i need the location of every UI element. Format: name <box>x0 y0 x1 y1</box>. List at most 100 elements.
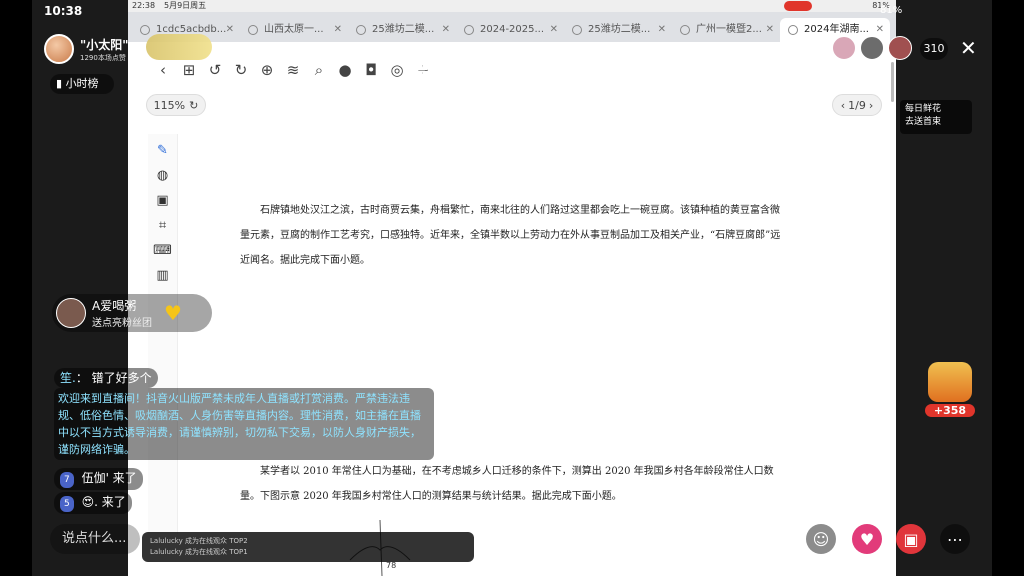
option: D. ③④ <box>648 383 684 396</box>
option: A. 历史悠久 <box>240 305 299 318</box>
zoom-indicator[interactable]: 115% ↻ <box>146 94 206 116</box>
like-icon[interactable]: ♥ <box>852 524 882 554</box>
tab-label: 25潍坊二模... <box>588 24 651 35</box>
promo-line: 去送首束 <box>905 117 942 127</box>
refresh-icon: ↻ <box>189 98 199 112</box>
question-1: 1. 古时石牌镇豆腐声名远播，主要得益于（ ） <box>240 279 485 292</box>
flower-promo[interactable]: 每日鲜花 去送首束 <box>900 100 972 134</box>
option: C. ②④ <box>512 383 547 396</box>
tablet-time: 22:38 <box>132 1 156 10</box>
tab-label: 2024年湖南... <box>804 24 869 35</box>
grid-icon[interactable]: ⊞ <box>178 59 200 81</box>
question-1-options: A. 历史悠久 B. 交通便利 C. 宣传有力 D. 物美价廉 <box>240 299 788 325</box>
gift-text: 送点亮粉丝团 <box>92 318 152 329</box>
highlighter-icon[interactable]: ◍ <box>153 167 173 184</box>
tab-label: 25潍坊二模... <box>372 24 435 35</box>
streamer-likes: 1290本场点赞 <box>80 53 126 62</box>
browser-tab[interactable]: 2024-2025... ✕ <box>456 18 564 42</box>
option: D. 物美价廉 <box>648 305 708 318</box>
tab-icon <box>680 25 690 35</box>
top-viewers[interactable] <box>832 36 912 60</box>
option: C. 制定技术标准 <box>512 435 594 448</box>
tablet-status-bar: 22:38 5月9日周五 81% <box>128 0 896 12</box>
viewer-avatar[interactable] <box>888 36 912 60</box>
close-icon[interactable]: ✕ <box>550 18 558 42</box>
rank-label: 小时榜 <box>65 77 99 90</box>
close-icon[interactable]: ✕ <box>442 18 450 42</box>
figure-tick: 78 <box>386 561 396 570</box>
close-icon[interactable]: ✕ <box>658 18 666 42</box>
doc-meta: 本试卷满分 100 分，考试时间 75 分钟。 <box>413 137 635 151</box>
browser-tab[interactable]: 25潍坊二模... ✕ <box>348 18 456 42</box>
browser-tab[interactable]: 广州一模暨2... ✕ <box>672 18 780 42</box>
browser-tab-bar: 1cdc5acbdb... ✕ 山西太原一... ✕ 25潍坊二模... ✕ 2024… <box>128 12 896 42</box>
browser-tab[interactable]: 山西太原一... ✕ <box>240 18 348 42</box>
option: C. 宣传有力 <box>512 305 572 318</box>
system-notice: 欢迎来到直播间！抖音火山版严禁未成年人直播或打赏消费。严禁违法违规、低俗色情、吸… <box>54 388 434 460</box>
emoji-icon[interactable]: ☺ <box>806 524 836 554</box>
more-icon[interactable]: ⋯ <box>940 524 970 554</box>
doc-subject: 地理 <box>509 101 548 123</box>
option: D. 举办文化节 <box>648 435 719 448</box>
passage-2: 某学者以 2010 年常住人口为基础，在不考虑城乡人口迁移的条件下，测算出 20… <box>240 466 774 502</box>
chest-amount: +358 <box>925 404 975 417</box>
chat-text: 伍伽' 来了 <box>81 471 137 485</box>
close-icon[interactable]: ✕ <box>766 18 774 42</box>
gift-user: A爱喝粥 <box>92 299 137 313</box>
recording-indicator <box>784 1 812 11</box>
image-icon[interactable]: ▣ <box>153 192 173 209</box>
streamer-name: "小太阳" <box>80 37 129 52</box>
pen-icon[interactable]: ✎ <box>153 142 173 159</box>
tablet-date: 5月9日周五 <box>164 1 207 10</box>
undo-icon[interactable]: ↺ <box>204 59 226 81</box>
hourly-rank-button[interactable]: ▮ 小时榜 <box>50 74 114 94</box>
phone-time: 10:38 <box>44 4 83 18</box>
chat-text: 😍. 来了 <box>81 495 126 509</box>
scrollbar[interactable] <box>891 62 894 102</box>
gift-icon[interactable]: ▣ <box>896 524 926 554</box>
select-icon[interactable]: ⌗ <box>153 217 173 234</box>
phone-status-bar: 10:38 <box>44 4 82 18</box>
viewer-avatar[interactable] <box>832 36 856 60</box>
chat-user: 笙. <box>60 371 76 385</box>
page-number: 1/9 <box>848 98 866 112</box>
doc-title: 普通高中学业水平选择性考试 <box>408 60 669 82</box>
page-indicator[interactable]: ‹ 1/9 › <box>832 94 882 116</box>
treasure-chest[interactable]: +358 <box>920 362 980 424</box>
zoom-level: 115% <box>153 98 186 112</box>
tab-icon <box>464 25 474 35</box>
level-badge: 5 <box>60 496 74 512</box>
chat-text: 镨了好多个 <box>91 371 152 385</box>
book-icon[interactable]: ▥ <box>153 267 173 284</box>
chat-message[interactable]: 笙.： 镨了好多个 <box>54 368 158 388</box>
close-icon[interactable]: ✕ <box>334 18 342 42</box>
chest-icon <box>928 362 972 402</box>
browser-tab[interactable]: 25潍坊二模... ✕ <box>564 18 672 42</box>
chat-message[interactable]: 5 😍. 来了 <box>54 492 132 514</box>
prev-page-icon[interactable]: ‹ <box>841 99 845 112</box>
chat-message[interactable]: 7 伍伽' 来了 <box>54 468 143 490</box>
tab-label: 2024-2025... <box>480 24 545 35</box>
gift-notification: A爱喝粥 送点亮粉丝团 ♥ <box>52 294 212 332</box>
fan-club-badge[interactable] <box>146 34 212 60</box>
section-heading: 一、选择题：本题共 16 小题，每小题 3 分，共 48 分。在每小题给出的四个… <box>240 156 779 191</box>
option: B. 交通便利 <box>376 305 436 318</box>
tab-icon <box>248 25 258 35</box>
viewer-count[interactable]: 310 <box>920 38 948 60</box>
keyboard-icon[interactable]: ⌨ <box>153 242 173 259</box>
promo-line: 每日鲜花 <box>905 104 942 114</box>
close-icon[interactable]: ✕ <box>226 18 234 42</box>
heart-icon: ♥ <box>164 301 182 325</box>
phone-battery: 81% <box>880 5 902 16</box>
ticker-line: Lalulucky 成为在线观众 TOP2 <box>150 537 248 545</box>
viewer-avatar[interactable] <box>860 36 884 60</box>
user-avatar[interactable] <box>56 298 86 328</box>
question-2: 2. 当前有些“石牌豆腐郎”将豆制品加工企业迁回家乡发展，看重的是该镇的（ ） <box>240 331 651 344</box>
streamer-avatar[interactable] <box>44 34 74 64</box>
tab-label: 山西太原一... <box>264 24 324 35</box>
close-icon[interactable]: ✕ <box>960 36 977 60</box>
next-page-icon[interactable]: › <box>869 99 873 112</box>
battery-level: 81% <box>880 5 903 16</box>
comment-input[interactable]: 说点什么... <box>50 524 140 554</box>
tab-icon <box>356 25 366 35</box>
